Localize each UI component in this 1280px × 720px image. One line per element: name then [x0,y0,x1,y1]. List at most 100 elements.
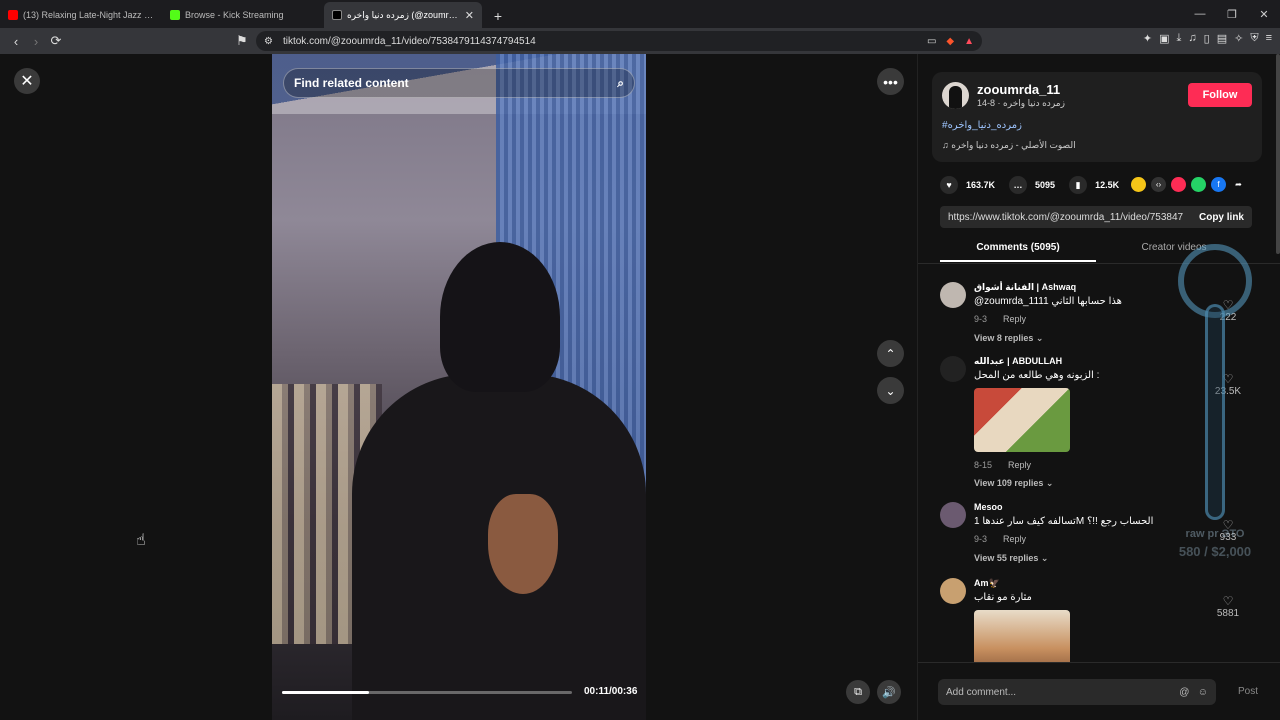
more-options-button[interactable]: ••• [877,68,904,95]
brave-rewards-icon[interactable]: ▲ [964,36,974,47]
reply-button[interactable]: Reply [1008,460,1031,470]
video-hashtags[interactable]: #زمرده_دنيا_واخره [942,120,1022,131]
whatsapp-icon[interactable] [1191,177,1206,192]
view-replies-button[interactable]: View 8 replies ⌄ [974,333,1043,344]
overlay-label: raw pr ЭТО [1185,528,1245,540]
vpn-icon[interactable]: ⛨ [1250,32,1258,45]
comment-author[interactable]: الفنانة أشواق | Ashwaq [974,282,1076,293]
related-search-input[interactable]: Find related content ⌕ [283,68,635,98]
comment-avatar[interactable] [940,356,966,382]
comment-photo-image[interactable] [974,610,1070,662]
share-icon[interactable]: ➦ [1231,177,1246,192]
comment-author[interactable]: عبدالله | ABDULLAH [974,356,1062,367]
video-player[interactable]: Find related content ⌕ 00:11/00:36 [272,54,646,720]
heart-icon: ♡ [1222,594,1234,608]
panel-scrollbar[interactable] [1276,54,1280,254]
wallet-icon[interactable]: ▤ [1217,32,1227,45]
author-username[interactable]: zooumrda_11 [977,82,1060,97]
donation-goal-overlay: raw pr ЭТО 580 / $2,000 [1170,244,1260,564]
pip-button[interactable]: ⧉ [846,680,870,704]
address-bar[interactable]: ⚙ tiktok.com/@zooumrda_11/video/75384791… [256,31,982,51]
add-comment-bar: Add comment... @ ☺ Post [918,662,1280,720]
page-content: ✕ ☝ Find related content ⌕ 00:11/00:36 •… [0,54,1280,720]
author-subtitle: زمرده دنيا واخره · 8-14 [977,98,1065,108]
comment-text: تسالفه كيف سار عندها 1M الحساب رجع !!؟ [974,516,1154,527]
save-icon[interactable]: ▮ [1069,176,1088,194]
comment-like-count: 5881 [1216,608,1240,619]
bookmark-icon[interactable]: ⚑ [232,31,252,51]
comment-meta: 8-15 Reply [974,460,1031,470]
reply-button[interactable]: Reply [1003,314,1026,324]
back-icon[interactable]: ‹ [6,31,26,51]
tab-title: (13) Relaxing Late-Night Jazz | Se [23,10,154,20]
reload-icon[interactable]: ⟳ [46,31,66,51]
comment-author[interactable]: Mesoo [974,502,1003,512]
media-icon[interactable]: ♫ [1188,32,1196,45]
comment-like[interactable]: ♡ 5881 [1208,594,1248,619]
send-icon[interactable] [1171,177,1186,192]
new-tab-button[interactable]: + [486,4,510,28]
comment-author[interactable]: Am🦅 [974,578,1000,589]
close-tab-icon[interactable]: ✕ [465,9,474,22]
site-info-icon[interactable]: ⚙ [264,36,273,47]
comment-count: 5095 [1035,180,1056,190]
post-button[interactable]: Post [1238,686,1258,697]
menu-icon[interactable]: ≡ [1266,32,1272,45]
video-progress-bar[interactable] [282,691,572,694]
youtube-icon [8,10,18,20]
like-icon[interactable]: ♥ [940,176,958,194]
author-avatar[interactable] [942,82,969,109]
extensions-toolbar: ✦ ▣ ⤓ ♫ ▯ ▤ ✧ ⛨ ≡ [1143,32,1272,45]
reply-button[interactable]: Reply [1003,534,1026,544]
comment-date: 9-3 [974,534,988,544]
tab-youtube[interactable]: (13) Relaxing Late-Night Jazz | Se [0,2,162,28]
add-comment-placeholder: Add comment... [946,686,1017,698]
next-video-button[interactable]: ⌄ [877,377,904,404]
view-replies-button[interactable]: View 109 replies ⌄ [974,478,1053,489]
comment-text: @zoumrda_1111 هذا حسابها الثاني [974,296,1122,307]
comment-avatar[interactable] [940,502,966,528]
forward-icon[interactable]: › [26,31,46,51]
url-text: tiktok.com/@zooumrda_11/video/7538479114… [282,35,536,47]
author-card: zooumrda_11 زمرده دنيا واخره · 8-14 Foll… [932,72,1262,162]
close-video-button[interactable]: ✕ [14,68,40,94]
comment-text: مثارة مو نقاب [974,592,1032,603]
tab-kick[interactable]: Browse - Kick Streaming [162,2,324,28]
previous-video-button[interactable]: ⌃ [877,340,904,367]
comment-icon[interactable]: … [1009,176,1028,194]
brave-shield-icon[interactable]: ◆ [946,36,954,47]
screenshot-icon[interactable]: ▣ [1159,32,1169,45]
coin-icon[interactable] [1131,177,1146,192]
tab-comments[interactable]: Comments (5095) [940,238,1096,262]
overlay-goal-tube [1205,304,1225,520]
sidebar-icon[interactable]: ▯ [1204,32,1210,45]
volume-button[interactable]: 🔊 [877,680,901,704]
video-music[interactable]: ♫ الصوت الأصلي - زمرده دنيا واخره [942,140,1076,151]
minimize-icon[interactable]: — [1184,0,1216,28]
facebook-icon[interactable]: f [1211,177,1226,192]
download-icon[interactable]: ⤓ [1177,32,1182,45]
save-count: 12.5K [1095,180,1120,190]
cast-icon[interactable]: ▭ [927,36,936,47]
comment-avatar[interactable] [940,578,966,604]
embed-icon[interactable]: ‹› [1151,177,1166,192]
leo-icon[interactable]: ✧ [1234,32,1243,45]
add-comment-input[interactable]: Add comment... @ ☺ [938,679,1216,705]
comment-avatar[interactable] [940,282,966,308]
tab-tiktok[interactable]: زمرده دنيا واخره (@zoumrda_11 ✕ [324,2,482,28]
search-icon[interactable]: ⌕ [617,76,624,91]
chevron-down-icon: ⌄ [1040,553,1049,563]
video-link-text: https://www.tiktok.com/@zooumrda_11/vide… [948,211,1184,223]
emoji-icon[interactable]: ☺ [1198,687,1208,698]
chevron-down-icon: ⌄ [1035,333,1044,343]
comment-date: 8-15 [974,460,993,470]
copy-link-button[interactable]: Copy link [1199,212,1244,223]
restore-icon[interactable]: ❐ [1216,0,1248,28]
view-replies-button[interactable]: View 55 replies ⌄ [974,553,1048,564]
comment-sticker-image[interactable] [974,388,1070,452]
follow-button[interactable]: Follow [1188,83,1252,107]
close-window-icon[interactable]: ✕ [1248,0,1280,28]
browser-tab-bar: (13) Relaxing Late-Night Jazz | Se Brows… [0,0,1280,28]
extensions-icon[interactable]: ✦ [1143,32,1152,45]
mention-icon[interactable]: @ [1179,687,1189,698]
